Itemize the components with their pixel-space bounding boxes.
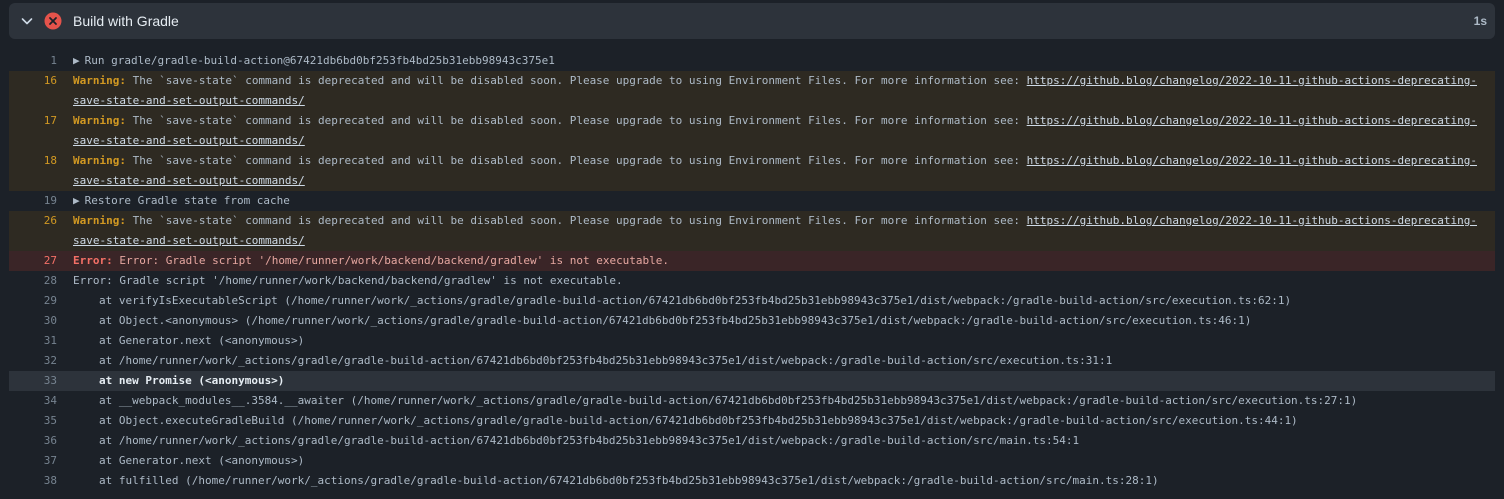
- log-line-content: at /home/runner/work/_actions/gradle/gra…: [99, 434, 1080, 447]
- log-line-content: Warning: The `save-state` command is dep…: [57, 71, 1495, 111]
- log-line: 32 at /home/runner/work/_actions/gradle/…: [9, 351, 1495, 371]
- log-line-content[interactable]: ▶ Run gradle/gradle-build-action@67421db6…: [57, 51, 1495, 71]
- log-line: 31 at Generator.next (<anonymous>): [9, 331, 1495, 351]
- warning-label: Warning:: [73, 214, 126, 227]
- step-header[interactable]: Build with Gradle 1s: [9, 3, 1495, 39]
- log-line-error: 27 Error: Error: Gradle script '/home/ru…: [9, 251, 1495, 271]
- line-number[interactable]: 37: [9, 451, 57, 471]
- line-number[interactable]: 33: [9, 371, 57, 391]
- caret-right-icon[interactable]: ▶: [73, 54, 80, 67]
- log-line-content: at __webpack_modules__.3584.__awaiter (/…: [99, 394, 1358, 407]
- log-line-highlighted: 33 at new Promise (<anonymous>): [9, 371, 1495, 391]
- log-line: 34 at __webpack_modules__.3584.__awaiter…: [9, 391, 1495, 411]
- warning-label: Warning:: [73, 154, 126, 167]
- caret-right-icon[interactable]: ▶: [73, 194, 80, 207]
- log-line-content: at verifyIsExecutableScript (/home/runne…: [99, 294, 1292, 307]
- log-line: 35 at Object.executeGradleBuild (/home/r…: [9, 411, 1495, 431]
- log-line-content[interactable]: ▶ Restore Gradle state from cache: [57, 191, 1495, 211]
- warning-label: Warning:: [73, 74, 126, 87]
- log-line-warning: 18 Warning: The `save-state` command is …: [9, 151, 1495, 191]
- log-line: 29 at verifyIsExecutableScript (/home/ru…: [9, 291, 1495, 311]
- log-line-warning: 26 Warning: The `save-state` command is …: [9, 211, 1495, 251]
- log-line-content: at Generator.next (<anonymous>): [99, 334, 305, 347]
- log-line[interactable]: 19 ▶ Restore Gradle state from cache: [9, 191, 1495, 211]
- log-line-content: Warning: The `save-state` command is dep…: [57, 111, 1495, 151]
- log-line-content: at new Promise (<anonymous>): [99, 374, 285, 387]
- log-line-content: Error: Error: Gradle script '/home/runne…: [57, 251, 1495, 271]
- log-line[interactable]: 1 ▶ Run gradle/gradle-build-action@67421d…: [9, 51, 1495, 71]
- line-number[interactable]: 30: [9, 311, 57, 331]
- step-title: Build with Gradle: [73, 13, 179, 29]
- line-number[interactable]: 35: [9, 411, 57, 431]
- line-number[interactable]: 28: [9, 271, 57, 291]
- log-line-content: at Object.executeGradleBuild (/home/runn…: [99, 414, 1298, 427]
- log-group-title: Run gradle/gradle-build-action@67421db6b…: [84, 54, 555, 67]
- line-number[interactable]: 38: [9, 471, 57, 491]
- log-line: 38 at fulfilled (/home/runner/work/_acti…: [9, 471, 1495, 491]
- x-circle-fill-icon: [44, 12, 62, 30]
- warning-label: Warning:: [73, 114, 126, 127]
- line-number[interactable]: 18: [9, 151, 57, 191]
- log-line-content: at /home/runner/work/_actions/gradle/gra…: [99, 354, 1113, 367]
- line-number[interactable]: 1: [9, 51, 57, 71]
- error-text: Error: Gradle script '/home/runner/work/…: [112, 254, 670, 267]
- log-line-content: at fulfilled (/home/runner/work/_actions…: [99, 474, 1159, 487]
- log-line-content: Error: Gradle script '/home/runner/work/…: [73, 274, 623, 287]
- log-line: 37 at Generator.next (<anonymous>): [9, 451, 1495, 471]
- line-number[interactable]: 16: [9, 71, 57, 111]
- step-duration: 1s: [1473, 14, 1487, 28]
- log-line-content: Warning: The `save-state` command is dep…: [57, 151, 1495, 191]
- warning-text: The `save-state` command is deprecated a…: [125, 214, 1027, 227]
- log-line: 36 at /home/runner/work/_actions/gradle/…: [9, 431, 1495, 451]
- line-number[interactable]: 31: [9, 331, 57, 351]
- line-number[interactable]: 26: [9, 211, 57, 251]
- warning-text: The `save-state` command is deprecated a…: [125, 74, 1027, 87]
- line-number[interactable]: 32: [9, 351, 57, 371]
- log-line-content: at Generator.next (<anonymous>): [99, 454, 305, 467]
- log-line-warning: 16 Warning: The `save-state` command is …: [9, 71, 1495, 111]
- error-label: Error:: [73, 254, 113, 267]
- log-line: 28 Error: Gradle script '/home/runner/wo…: [9, 271, 1495, 291]
- log-output: 1 ▶ Run gradle/gradle-build-action@67421d…: [9, 51, 1495, 491]
- line-number[interactable]: 17: [9, 111, 57, 151]
- line-number[interactable]: 34: [9, 391, 57, 411]
- log-line: 30 at Object.<anonymous> (/home/runner/w…: [9, 311, 1495, 331]
- line-number[interactable]: 27: [9, 251, 57, 271]
- chevron-down-icon[interactable]: [19, 13, 35, 29]
- log-line-content: at Object.<anonymous> (/home/runner/work…: [99, 314, 1252, 327]
- warning-text: The `save-state` command is deprecated a…: [125, 154, 1027, 167]
- log-group-title: Restore Gradle state from cache: [84, 194, 290, 207]
- line-number[interactable]: 29: [9, 291, 57, 311]
- log-line-content: Warning: The `save-state` command is dep…: [57, 211, 1495, 251]
- line-number[interactable]: 36: [9, 431, 57, 451]
- warning-text: The `save-state` command is deprecated a…: [125, 114, 1027, 127]
- log-line-warning: 17 Warning: The `save-state` command is …: [9, 111, 1495, 151]
- line-number[interactable]: 19: [9, 191, 57, 211]
